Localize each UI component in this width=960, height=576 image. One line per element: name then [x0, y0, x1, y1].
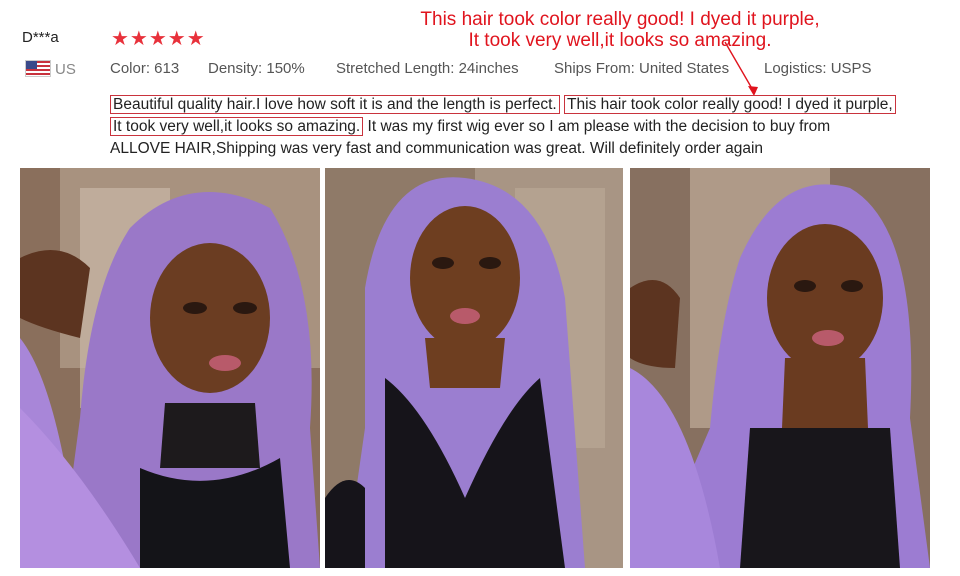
- detail-color: Color: 613: [110, 60, 180, 77]
- review-photo-1[interactable]: [20, 168, 320, 568]
- review-text-rest: It was my first wig ever so I am please …: [363, 118, 831, 135]
- review-text-line-2: It took very well,it looks so amazing. I…: [110, 116, 830, 138]
- review-photo-2[interactable]: [325, 168, 623, 568]
- highlight-box-3: It took very well,it looks so amazing.: [110, 117, 364, 136]
- review-photo-3[interactable]: [630, 168, 930, 568]
- highlight-box-2: This hair took color really good! I dyed…: [564, 95, 896, 114]
- callout-line-1: This hair took color really good! I dyed…: [420, 9, 820, 30]
- rating-stars: ★★★★★: [111, 28, 206, 50]
- highlight-box-1: Beautiful quality hair.I love how soft i…: [110, 95, 560, 114]
- reviewer-name: D***a: [22, 29, 59, 46]
- highlight-callout: This hair took color really good! I dyed…: [394, 9, 846, 51]
- detail-ships-from: Ships From: United States: [554, 60, 730, 77]
- review-text-line-3: ALLOVE HAIR,Shipping was very fast and c…: [110, 140, 764, 157]
- us-flag-icon: [25, 60, 51, 77]
- detail-length: Stretched Length: 24inches: [336, 60, 519, 77]
- review-text-line-1: Beautiful quality hair.I love how soft i…: [110, 94, 896, 116]
- callout-line-2: It took very well,it looks so amazing.: [468, 30, 772, 51]
- detail-density: Density: 150%: [208, 60, 305, 77]
- callout-arrow-icon: [724, 41, 758, 96]
- detail-logistics: Logistics: USPS: [764, 60, 872, 77]
- reviewer-country: US: [55, 61, 76, 78]
